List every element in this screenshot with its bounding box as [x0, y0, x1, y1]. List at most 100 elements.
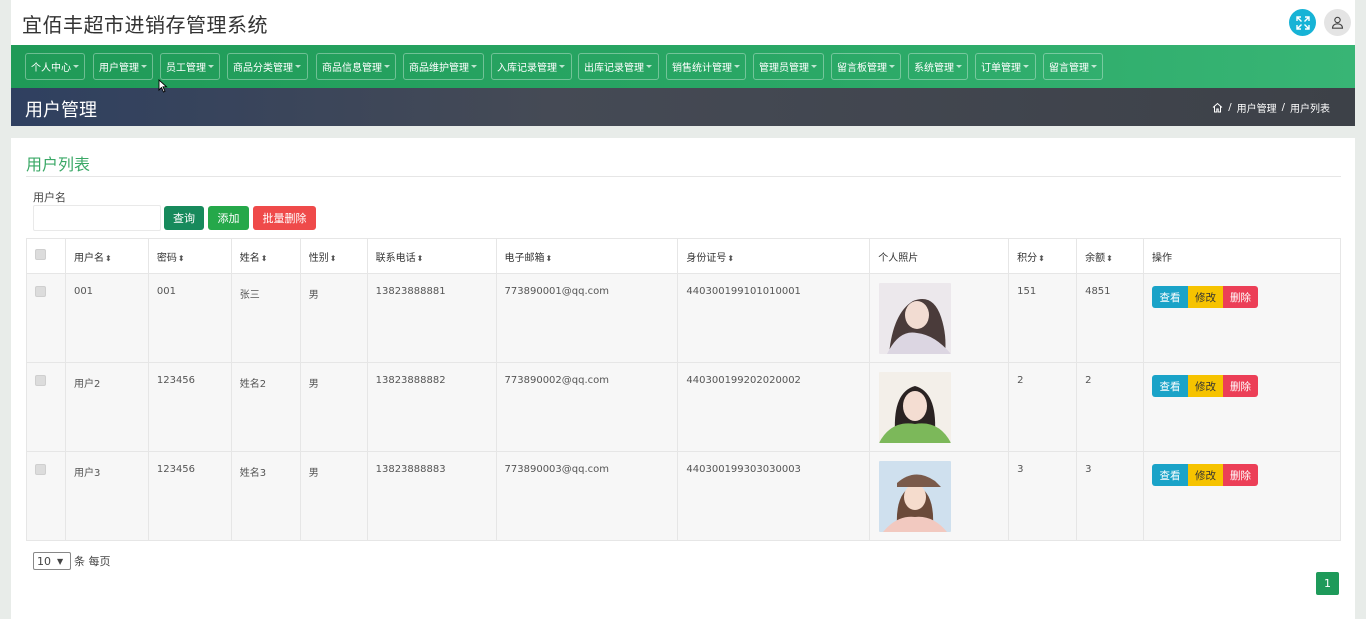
nav-staff-management[interactable]: 员工管理 [160, 53, 220, 80]
view-button[interactable]: 查看 [1152, 286, 1189, 308]
header-idcard[interactable]: 身份证号⬍ [677, 238, 871, 274]
cursor-icon [158, 79, 168, 93]
header-email[interactable]: 电子邮箱⬍ [495, 238, 679, 274]
table-row: 用户2 123456 姓名2 男 13823888882 773890002@q… [26, 362, 1341, 452]
cell-select [26, 362, 66, 452]
nav-label: 员工管理 [166, 63, 206, 74]
nav-message-board[interactable]: 留言板管理 [831, 53, 901, 80]
cell-gender: 男 [299, 451, 368, 541]
header-phone[interactable]: 联系电话⬍ [366, 238, 497, 274]
user-photo [879, 283, 952, 354]
edit-button[interactable]: 修改 [1188, 375, 1224, 397]
delete-button[interactable]: 删除 [1223, 464, 1259, 486]
view-button[interactable]: 查看 [1152, 375, 1189, 397]
sort-icon: ⬍ [177, 253, 185, 263]
cell-idcard: 440300199303030003 [677, 451, 871, 541]
header-username[interactable]: 用户名⬍ [64, 238, 149, 274]
delete-button[interactable]: 删除 [1223, 286, 1259, 308]
cell-username: 001 [64, 273, 149, 363]
nav-label: 商品维护管理 [409, 63, 469, 74]
row-checkbox[interactable] [35, 464, 46, 475]
fullscreen-button[interactable] [1289, 9, 1316, 36]
nav-system-management[interactable]: 系统管理 [908, 53, 968, 80]
header-balance[interactable]: 余额⬍ [1076, 238, 1145, 274]
header-name[interactable]: 姓名⬍ [230, 238, 301, 274]
header-label: 余额 [1085, 252, 1106, 264]
nav-product-info-management[interactable]: 商品信息管理 [316, 53, 396, 80]
nav-label: 管理员管理 [759, 63, 809, 74]
header-action: 操作 [1143, 238, 1341, 274]
nav-product-maintenance[interactable]: 商品维护管理 [403, 53, 484, 80]
cell-photo [869, 273, 1010, 363]
cell-phone: 13823888882 [366, 362, 497, 452]
delete-button[interactable]: 删除 [1223, 375, 1259, 397]
cell-gender: 男 [299, 362, 368, 452]
cell-password: 001 [147, 273, 232, 363]
header-label: 个人照片 [878, 252, 919, 264]
query-button[interactable]: 查询 [164, 206, 204, 230]
nav-label: 商品分类管理 [233, 63, 293, 74]
edit-button[interactable]: 修改 [1188, 286, 1224, 308]
header-label: 姓名 [239, 252, 260, 264]
nav-admin-management[interactable]: 管理员管理 [753, 53, 824, 80]
header-select-all [26, 238, 66, 274]
caret-down-icon [1091, 65, 1097, 68]
table-header-row: 用户名⬍ 密码⬍ 姓名⬍ 性别⬍ 联系电话⬍ 电子邮箱⬍ 身份证号⬍ 个人照片 … [26, 238, 1341, 274]
add-button[interactable]: 添加 [208, 206, 249, 230]
sort-icon: ⬍ [1106, 253, 1113, 263]
cell-email: 773890001@qq.com [495, 273, 679, 363]
expand-icon [1295, 15, 1310, 30]
header-label: 电子邮箱 [504, 252, 545, 264]
caret-down-icon [471, 65, 477, 68]
header-password[interactable]: 密码⬍ [147, 238, 232, 274]
header-label: 用户名 [73, 252, 104, 264]
header-label: 身份证号 [686, 252, 727, 264]
nav-order-management[interactable]: 订单管理 [975, 53, 1036, 80]
select-all-checkbox[interactable] [35, 249, 46, 260]
cell-password: 123456 [147, 362, 232, 452]
cell-name: 姓名2 [230, 362, 301, 452]
username-search-input[interactable] [33, 205, 161, 231]
nav-inbound-records[interactable]: 入库记录管理 [491, 53, 572, 80]
caret-down-icon [811, 65, 817, 68]
header-gender[interactable]: 性别⬍ [299, 238, 368, 274]
nav-label: 用户管理 [99, 63, 139, 74]
app-title: 宜佰丰超市进销存管理系统 [22, 13, 268, 37]
batch-delete-button[interactable]: 批量删除 [253, 206, 316, 230]
row-checkbox[interactable] [35, 375, 46, 386]
header-label: 联系电话 [375, 252, 416, 264]
header-label: 操作 [1152, 252, 1173, 264]
cell-idcard: 440300199202020002 [677, 362, 871, 452]
nav-label: 出库记录管理 [584, 63, 644, 74]
view-button[interactable]: 查看 [1152, 464, 1189, 486]
sort-icon: ⬍ [329, 253, 337, 263]
breadcrumb-separator: / [1228, 102, 1232, 113]
cell-email: 773890003@qq.com [495, 451, 679, 541]
nav-category-management[interactable]: 商品分类管理 [227, 53, 308, 80]
caret-down-icon [384, 65, 390, 68]
table-row: 001 001 张三 男 13823888881 773890001@qq.co… [26, 273, 1341, 363]
edit-button[interactable]: 修改 [1188, 464, 1224, 486]
user-icon [1331, 16, 1344, 29]
page-size-select[interactable]: 10 ▼ [33, 552, 71, 570]
nav-sales-stats[interactable]: 销售统计管理 [666, 53, 746, 80]
header-label: 性别 [308, 252, 329, 264]
cell-password: 123456 [147, 451, 232, 541]
nav-user-management[interactable]: 用户管理 [93, 53, 153, 80]
header-points[interactable]: 积分⬍ [1008, 238, 1078, 274]
nav-label: 销售统计管理 [672, 63, 732, 74]
home-icon[interactable] [1212, 102, 1223, 113]
row-checkbox[interactable] [35, 286, 46, 297]
nav-message-management[interactable]: 留言管理 [1043, 53, 1103, 80]
page-title: 用户管理 [25, 100, 97, 121]
nav-outbound-records[interactable]: 出库记录管理 [578, 53, 659, 80]
cell-photo [869, 362, 1010, 452]
cell-select [26, 451, 66, 541]
breadcrumb-user-management[interactable]: 用户管理 [1237, 100, 1277, 115]
cell-email: 773890002@qq.com [495, 362, 679, 452]
nav-label: 留言板管理 [837, 63, 887, 74]
user-menu-button[interactable] [1324, 9, 1351, 36]
cell-actions: 查看 修改 删除 [1143, 451, 1341, 541]
nav-personal-center[interactable]: 个人中心 [25, 53, 85, 80]
pagination-page-1[interactable]: 1 [1316, 572, 1339, 595]
